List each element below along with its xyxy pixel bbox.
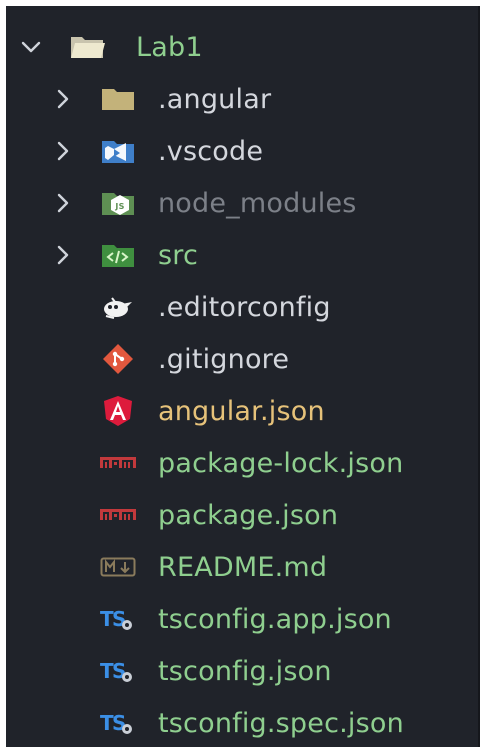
folder-icon: [98, 82, 138, 116]
npm-icon: [98, 446, 138, 480]
item-label: .gitignore: [158, 343, 290, 375]
chevron-right-icon[interactable]: [48, 84, 78, 114]
tree-item-editorconfig[interactable]: .editorconfig: [6, 281, 480, 333]
item-label: tsconfig.spec.json: [158, 707, 404, 739]
angular-icon: [98, 394, 138, 428]
tree-item-node-modules-folder[interactable]: JS node_modules: [6, 177, 480, 229]
item-label: tsconfig.app.json: [158, 603, 392, 635]
tsconfig-icon: T S: [98, 602, 138, 636]
markdown-icon: [98, 550, 138, 584]
tree-item-readme[interactable]: README.md: [6, 541, 480, 593]
item-label: package.json: [158, 499, 339, 531]
tree-item-tsconfig-json[interactable]: T S tsconfig.json: [6, 645, 480, 697]
tree-item-src-folder[interactable]: src: [6, 229, 480, 281]
git-icon: [98, 342, 138, 376]
tree-item-angular-folder[interactable]: .angular: [6, 73, 480, 125]
tree-root-lab1[interactable]: Lab1: [6, 21, 480, 73]
tree-item-gitignore[interactable]: .gitignore: [6, 333, 480, 385]
item-label: .editorconfig: [158, 291, 331, 323]
chevron-right-icon[interactable]: [48, 188, 78, 218]
item-label: README.md: [158, 551, 328, 583]
chevron-right-icon[interactable]: [48, 240, 78, 270]
item-label: .vscode: [158, 135, 264, 167]
tsconfig-icon: T S: [98, 706, 138, 740]
src-folder-icon: [98, 238, 138, 272]
tree-item-angular-json[interactable]: angular.json: [6, 385, 480, 437]
tree-item-package-json[interactable]: package.json: [6, 489, 480, 541]
tree-item-tsconfig-app-json[interactable]: T S tsconfig.app.json: [6, 593, 480, 645]
file-explorer: Lab1 .angular .vscode JS node_modules sr…: [6, 6, 480, 747]
item-label: .angular: [158, 83, 272, 115]
screenshot-frame: Lab1 .angular .vscode JS node_modules sr…: [0, 0, 487, 753]
item-label: src: [158, 239, 199, 271]
item-label: tsconfig.json: [158, 655, 332, 687]
tree-item-tsconfig-spec-json[interactable]: T S tsconfig.spec.json: [6, 697, 480, 749]
tree-item-vscode-folder[interactable]: .vscode: [6, 125, 480, 177]
node-folder-icon: JS: [98, 186, 138, 220]
item-label: angular.json: [158, 395, 325, 427]
tsconfig-icon: T S: [98, 654, 138, 688]
svg-text:JS: JS: [114, 202, 124, 211]
chevron-right-icon[interactable]: [48, 136, 78, 166]
item-label: node_modules: [158, 187, 357, 219]
vscode-folder-icon: [98, 134, 138, 168]
chevron-down-icon[interactable]: [16, 32, 46, 62]
item-label: package-lock.json: [158, 447, 404, 479]
folder-open-icon: [68, 30, 108, 64]
root-folder-label: Lab1: [136, 31, 203, 63]
npm-icon: [98, 498, 138, 532]
tree-item-package-lock-json[interactable]: package-lock.json: [6, 437, 480, 489]
editorconfig-icon: [98, 290, 138, 324]
